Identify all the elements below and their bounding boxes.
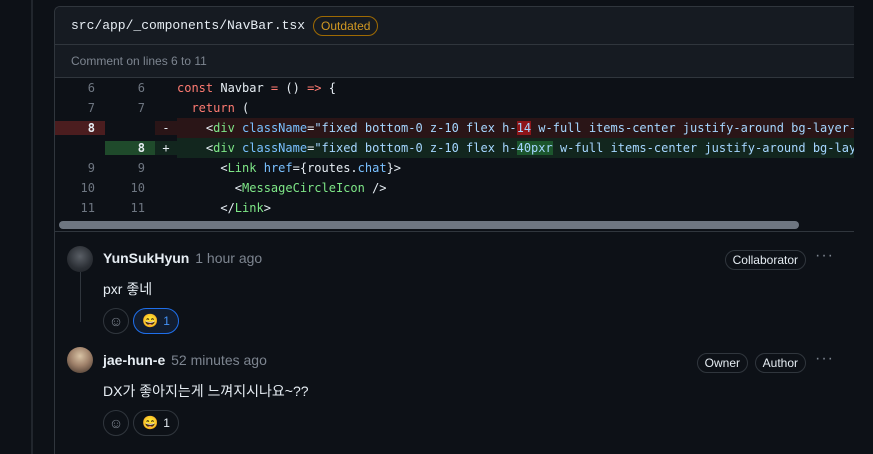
reaction-chip[interactable]: 😄 1 (133, 410, 179, 436)
new-line-number: 9 (137, 161, 145, 175)
author-name[interactable]: jae-hun-e (103, 352, 165, 368)
scrollbar-thumb[interactable] (59, 221, 799, 229)
code-line: <Link href={routes.chat}> (177, 161, 402, 175)
more-options-button[interactable]: ··· (815, 247, 834, 265)
diff-sign: + (155, 141, 177, 155)
smiley-icon: ☺ (108, 415, 124, 431)
code-line: const Navbar = () => { (177, 81, 336, 95)
collaborator-badge: Collaborator (724, 250, 806, 270)
owner-badge: Owner (696, 353, 748, 373)
new-line-number: 11 (130, 201, 145, 215)
code-line: return ( (191, 101, 250, 115)
timestamp[interactable]: 1 hour ago (195, 250, 262, 266)
add-reaction-button[interactable]: ☺ (103, 308, 129, 334)
diff-row: 9 9 <Link href={routes.chat}> (55, 158, 854, 178)
avatar[interactable] (67, 347, 93, 373)
file-header: src/app/_components/NavBar.tsx Outdated (55, 7, 854, 45)
reaction-count: 1 (163, 314, 170, 328)
diff-view: 6 6 const Navbar = () => { 7 7 return ( … (55, 78, 854, 232)
old-line-number: 11 (80, 201, 95, 215)
code-line: <div className="fixed bottom-0 z-10 flex… (177, 141, 854, 155)
new-line-number: 7 (137, 101, 145, 115)
timestamp[interactable]: 52 minutes ago (171, 352, 267, 368)
old-line-number: 6 (87, 81, 95, 95)
comment-body: pxr 좋네 (103, 281, 153, 297)
diff-row: 7 7 return ( (55, 98, 854, 118)
diff-row: 11 11 </Link> (55, 198, 854, 218)
reaction-count: 1 (163, 416, 170, 430)
diff-row: 10 10 <MessageCircleIcon /> (55, 178, 854, 198)
add-reaction-button[interactable]: ☺ (103, 410, 129, 436)
diff-row-deleted: 8 - <div className="fixed bottom-0 z-10 … (55, 118, 854, 138)
timeline-line (31, 0, 33, 454)
comment: YunSukHyun 1 hour ago Collaborator ··· p… (55, 232, 854, 335)
comment-body: DX가 좋아지는게 느껴지시나요~?? (103, 383, 309, 399)
diff-sign: - (155, 121, 177, 135)
more-options-button[interactable]: ··· (815, 350, 834, 368)
grinning-emoji-icon: 😄 (142, 313, 159, 328)
diff-row-added: 8 + <div className="fixed bottom-0 z-10 … (55, 138, 854, 158)
new-line-number: 6 (137, 81, 145, 95)
comment-header: jae-hun-e 52 minutes ago (103, 352, 267, 368)
comment: jae-hun-e 52 minutes ago Owner Author ··… (55, 335, 854, 438)
code-line: <MessageCircleIcon /> (177, 181, 387, 195)
comment-lines-caption: Comment on lines 6 to 11 (55, 45, 854, 78)
avatar[interactable] (67, 246, 93, 272)
old-line-number: 8 (55, 121, 105, 135)
file-path-link[interactable]: src/app/_components/NavBar.tsx (71, 18, 305, 33)
code-line: </Link> (177, 201, 271, 215)
old-line-number: 9 (87, 161, 95, 175)
outdated-badge: Outdated (313, 15, 379, 36)
smiley-icon: ☺ (108, 313, 124, 329)
reaction-chip[interactable]: 😄 1 (133, 308, 179, 334)
thread-line (80, 272, 81, 322)
old-line-number: 10 (80, 181, 95, 195)
author-name[interactable]: YunSukHyun (103, 250, 189, 266)
code-line: <div className="fixed bottom-0 z-10 flex… (177, 121, 854, 135)
new-line-number: 8 (105, 141, 155, 155)
new-line-number: 10 (130, 181, 145, 195)
review-thread: src/app/_components/NavBar.tsx Outdated … (54, 6, 854, 454)
grinning-emoji-icon: 😄 (142, 415, 159, 430)
old-line-number: 7 (87, 101, 95, 115)
author-badge: Author (754, 353, 806, 373)
comment-header: YunSukHyun 1 hour ago (103, 250, 262, 266)
diff-row: 6 6 const Navbar = () => { (55, 78, 854, 98)
horizontal-scrollbar[interactable] (55, 218, 854, 232)
